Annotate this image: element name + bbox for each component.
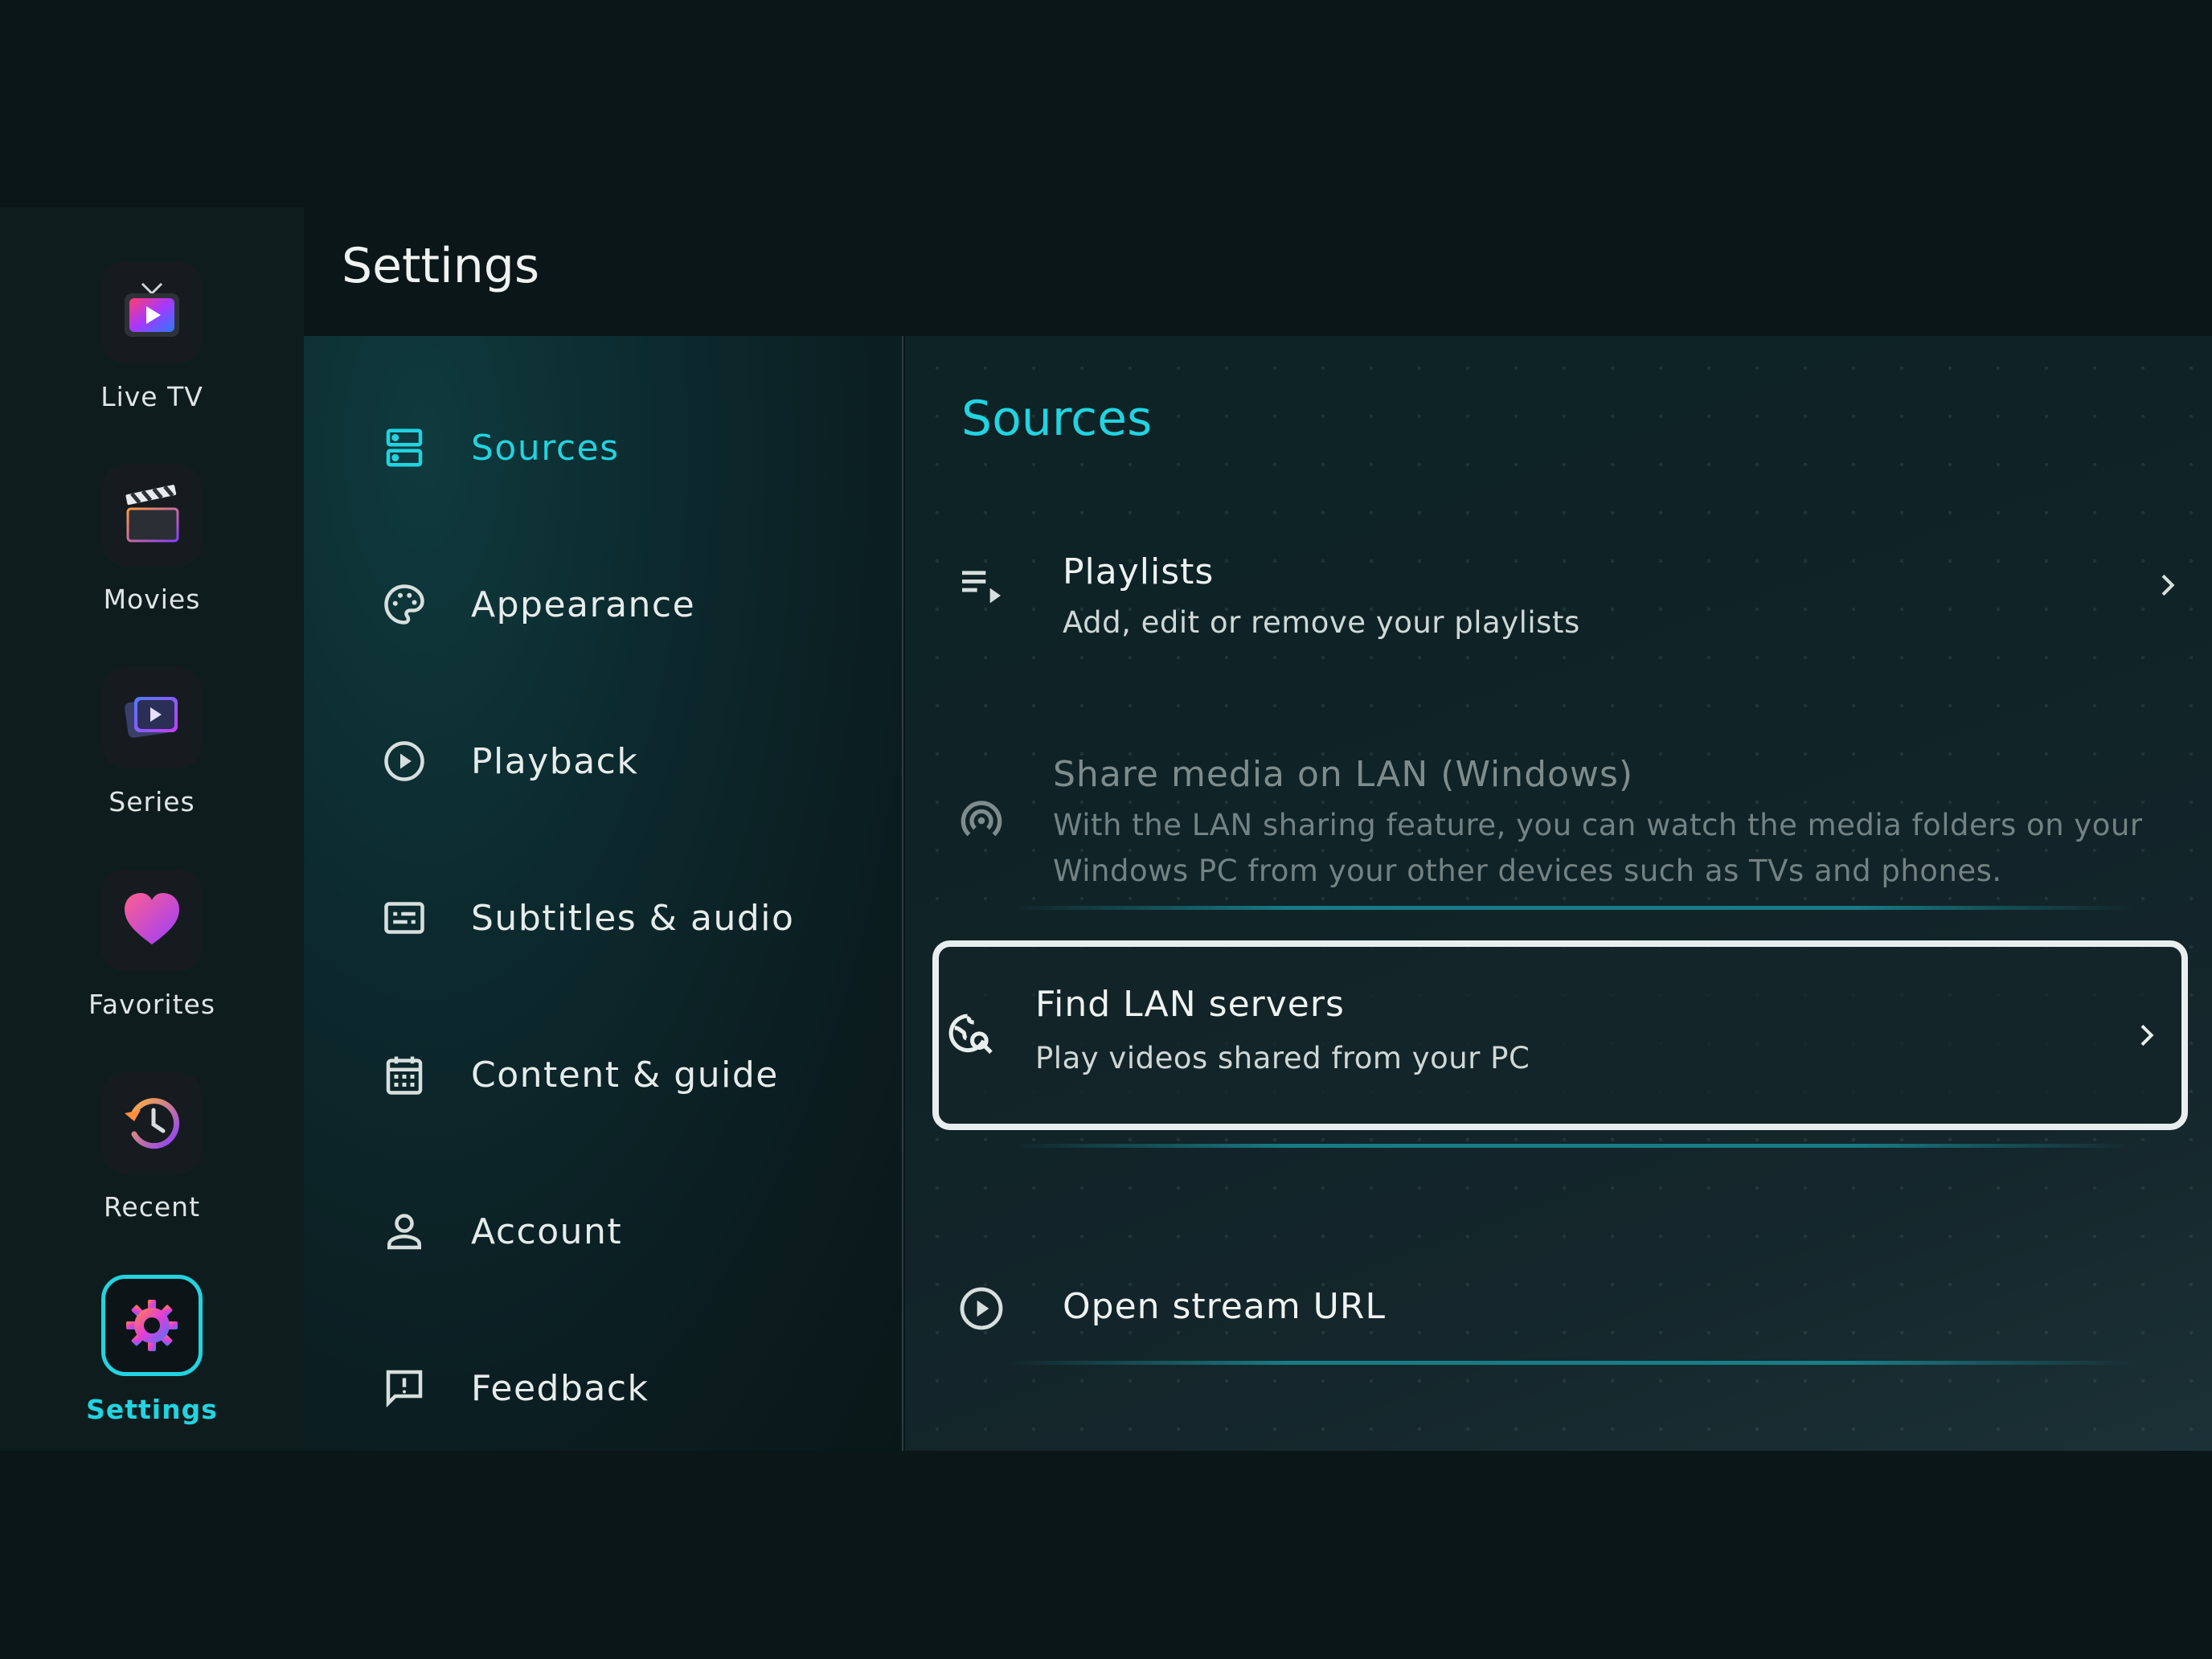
settings-category-list: Sources Appearance Playback Subtitles & … bbox=[304, 336, 903, 1451]
rail-item-movies[interactable]: Movies bbox=[0, 465, 304, 649]
row-separator bbox=[1010, 1361, 2135, 1365]
dns-icon bbox=[380, 424, 428, 472]
category-appearance[interactable]: Appearance bbox=[304, 556, 902, 653]
rail-label: Series bbox=[109, 786, 195, 817]
rail-item-recent[interactable]: Recent bbox=[0, 1072, 304, 1257]
calendar-icon bbox=[380, 1051, 428, 1099]
category-playback[interactable]: Playback bbox=[304, 713, 902, 809]
person-icon bbox=[380, 1207, 428, 1256]
row-subtitle: Add, edit or remove your playlists bbox=[1063, 605, 1580, 640]
palette-icon bbox=[380, 580, 428, 629]
row-subtitle: Play videos shared from your PC bbox=[1035, 1041, 1530, 1075]
header: Settings bbox=[304, 207, 2212, 336]
rail-item-series[interactable]: Series bbox=[0, 667, 304, 852]
heart-icon bbox=[125, 893, 179, 944]
category-label: Appearance bbox=[471, 584, 696, 625]
rail-item-settings[interactable]: Settings bbox=[0, 1275, 304, 1460]
playlist-play-icon bbox=[953, 558, 1010, 614]
feedback-icon bbox=[380, 1364, 428, 1412]
row-title: Share media on LAN (Windows) bbox=[1053, 754, 1634, 795]
series-icon bbox=[125, 697, 178, 738]
wifi-tethering-icon bbox=[953, 793, 1010, 849]
rail-tile bbox=[101, 667, 203, 768]
section-title: Sources bbox=[961, 391, 1153, 447]
share-media-lan-row: Share media on LAN (Windows) With the LA… bbox=[953, 738, 2183, 899]
rail-label: Live TV bbox=[100, 381, 203, 412]
row-subtitle-line-1: With the LAN sharing feature, you can wa… bbox=[1053, 808, 2143, 842]
travel-explore-icon bbox=[944, 1007, 1000, 1063]
category-account[interactable]: Account bbox=[304, 1183, 902, 1280]
category-label: Feedback bbox=[471, 1367, 649, 1409]
category-label: Subtitles & audio bbox=[471, 897, 795, 939]
rail-label: Settings bbox=[86, 1394, 218, 1425]
playlists-row[interactable]: Playlists Add, edit or remove your playl… bbox=[953, 529, 2183, 649]
clapperboard-icon bbox=[125, 485, 179, 543]
row-separator bbox=[1010, 1144, 2135, 1148]
row-title: Playlists bbox=[1063, 551, 1215, 592]
play-circle-icon bbox=[380, 737, 428, 785]
rail-label: Recent bbox=[103, 1191, 201, 1223]
rail-item-favorites[interactable]: Favorites bbox=[0, 870, 304, 1055]
rail-item-live-tv[interactable]: Live TV bbox=[0, 262, 304, 447]
chevron-right-icon bbox=[2151, 569, 2183, 601]
row-separator bbox=[1010, 906, 2135, 910]
category-subtitles-audio[interactable]: Subtitles & audio bbox=[304, 870, 902, 966]
open-stream-url-row[interactable]: Open stream URL bbox=[953, 1260, 2183, 1357]
row-title: Open stream URL bbox=[1063, 1286, 1386, 1327]
category-label: Content & guide bbox=[471, 1054, 779, 1096]
row-title: Find LAN servers bbox=[1035, 984, 1345, 1025]
rail-tile bbox=[101, 870, 203, 971]
history-icon bbox=[125, 1098, 180, 1149]
sources-detail-panel: Sources Playlists Add, edit or remove yo… bbox=[905, 336, 2212, 1451]
category-sources[interactable]: Sources bbox=[304, 399, 902, 496]
rail-tile bbox=[101, 465, 203, 566]
rail-tile bbox=[101, 262, 203, 363]
play-circle-icon bbox=[953, 1280, 1010, 1337]
category-feedback[interactable]: Feedback bbox=[304, 1340, 902, 1436]
rail-label: Favorites bbox=[88, 989, 216, 1020]
panel-divider bbox=[902, 336, 903, 1451]
subtitles-icon bbox=[380, 894, 428, 942]
rail-tile bbox=[101, 1072, 203, 1174]
find-lan-servers-row[interactable]: Find LAN servers Play videos shared from… bbox=[932, 940, 2188, 1130]
app-root: Live TV Movies Series Favorites Recent S… bbox=[0, 207, 2212, 1451]
rail-label: Movies bbox=[103, 584, 201, 615]
row-subtitle-line-2: Windows PC from your other devices such … bbox=[1053, 854, 2002, 888]
page-title: Settings bbox=[342, 238, 540, 294]
rail-tile bbox=[101, 1275, 203, 1376]
gear-icon bbox=[126, 1300, 178, 1351]
chevron-right-icon bbox=[2130, 1019, 2162, 1051]
category-content-guide[interactable]: Content & guide bbox=[304, 1026, 902, 1123]
category-label: Sources bbox=[471, 427, 620, 469]
category-label: Playback bbox=[471, 740, 639, 782]
live-tv-icon bbox=[125, 282, 179, 337]
nav-rail: Live TV Movies Series Favorites Recent S… bbox=[0, 207, 304, 1451]
category-label: Account bbox=[471, 1210, 623, 1252]
